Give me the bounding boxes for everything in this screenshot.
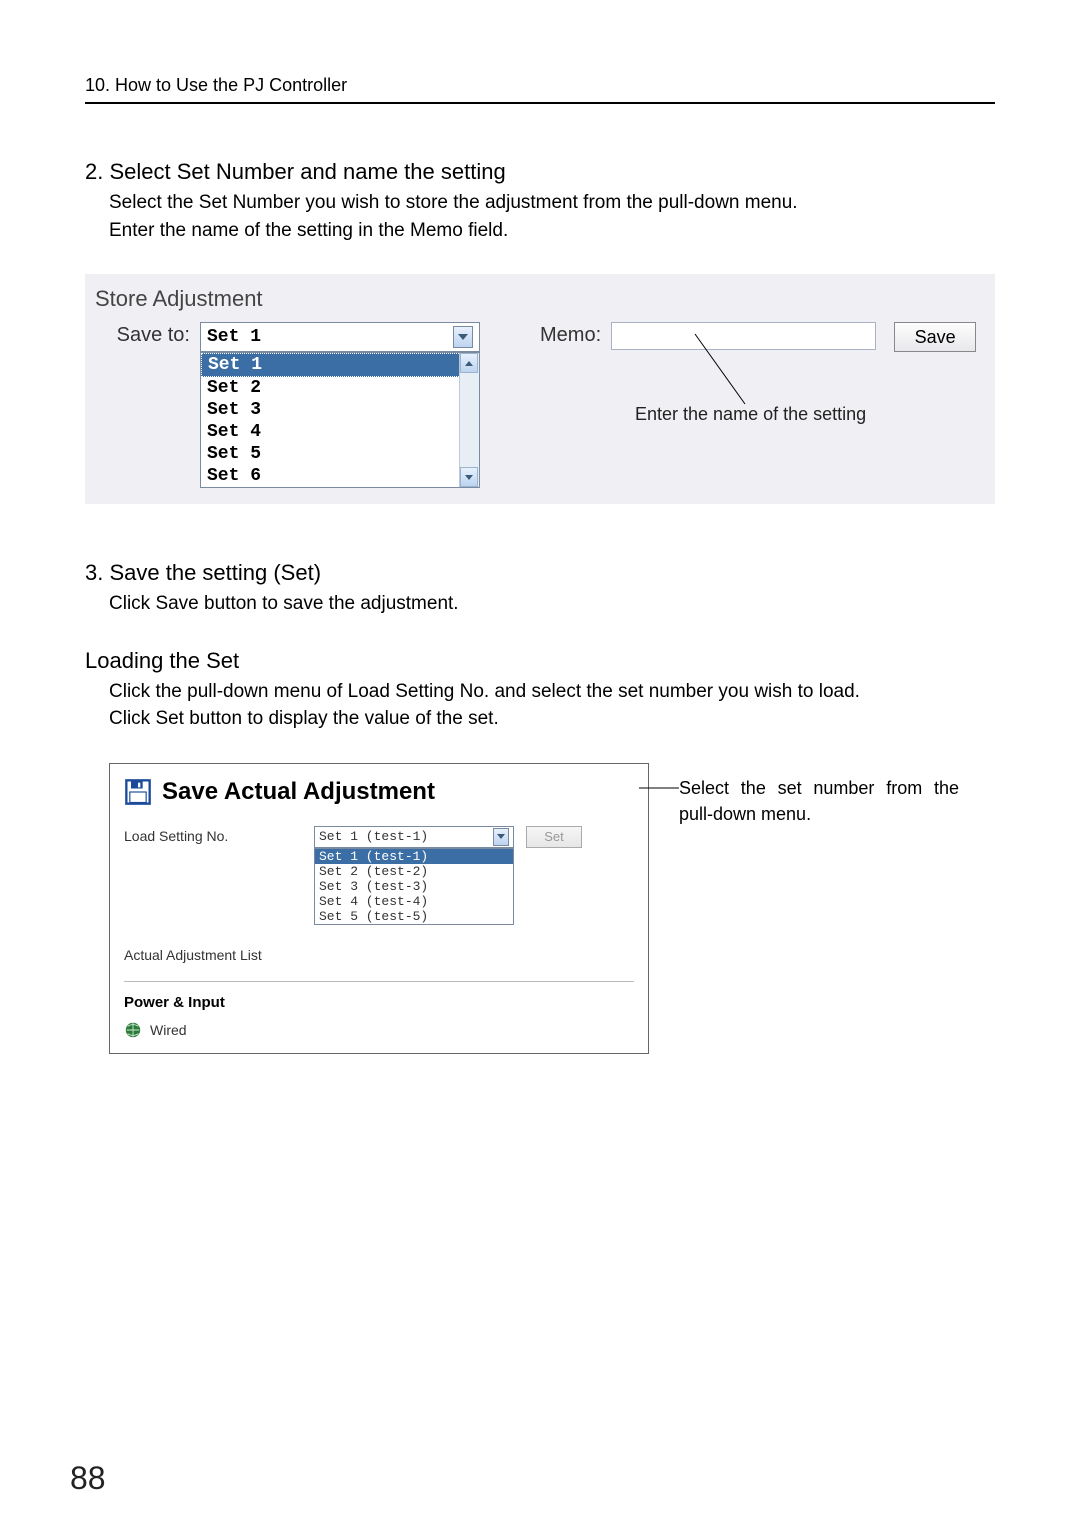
load-setting-dropdown[interactable]: Set 1 (test-1) [314,826,514,848]
chevron-down-icon [458,334,468,340]
page-header: 10. How to Use the PJ Controller [85,75,995,104]
step2-body-line1: Select the Set Number you wish to store … [109,192,798,213]
wired-label: Wired [150,1022,187,1038]
dropdown-arrow-button[interactable] [453,326,473,348]
wired-row: Wired [124,1021,634,1039]
memo-input[interactable] [611,322,876,350]
loading-body: Click the pull-down menu of Load Setting… [109,678,995,733]
panel-divider [124,981,634,982]
load-setting-label: Load Setting No. [124,826,314,844]
scroll-down-button[interactable] [460,467,478,487]
store-panel-title: Store Adjustment [95,282,985,322]
actual-adjustment-list-label: Actual Adjustment List [124,929,314,963]
memo-callout-text: Enter the name of the setting [635,404,866,425]
scroll-up-button[interactable] [460,353,478,373]
step2-body: Select the Set Number you wish to store … [109,189,995,244]
panel2-title: Save Actual Adjustment [162,778,435,806]
step2-body-line2: Enter the name of the setting in the Mem… [109,220,508,241]
step3-heading: 3. Save the setting (Set) [85,560,995,586]
dropdown-option[interactable]: Set 4 (test-4) [315,894,513,909]
load-setting-dropdown-list[interactable]: Set 1 (test-1) Set 2 (test-2) Set 3 (tes… [314,848,514,925]
save-to-label: Save to: [95,322,190,347]
step3-body: Click Save button to save the adjustment… [109,590,995,618]
save-to-dropdown-list[interactable]: Set 1 Set 2 Set 3 Set 4 Set 5 Set 6 [200,352,480,488]
dropdown-scrollbar[interactable] [459,353,479,487]
dropdown-option[interactable]: Set 4 [201,421,479,443]
save-actual-adjustment-panel: Save Actual Adjustment Load Setting No. … [109,763,649,1054]
save-button[interactable]: Save [894,322,976,352]
sidenote-leader [639,787,679,789]
chevron-up-icon [465,361,473,366]
dropdown-option[interactable]: Set 5 [201,443,479,465]
dropdown-arrow-button[interactable] [493,828,509,846]
globe-icon [124,1021,142,1039]
chevron-down-icon [497,834,505,839]
chevron-down-icon [465,475,473,480]
dropdown-option[interactable]: Set 3 [201,399,479,421]
save-to-dropdown[interactable]: Set 1 [200,322,480,352]
memo-label: Memo: [540,322,601,347]
dropdown-option[interactable]: Set 2 [201,377,479,399]
store-adjustment-panel: Store Adjustment Save to: Set 1 Set 1 Se… [85,274,995,504]
loading-body-line2: Click Set button to display the value of… [109,708,499,729]
floppy-disk-icon [124,778,152,806]
step2-heading: 2. Select Set Number and name the settin… [85,159,995,185]
save-to-dropdown-value: Set 1 [207,327,261,347]
dropdown-option[interactable]: Set 6 [201,465,479,487]
dropdown-option[interactable]: Set 1 (test-1) [315,849,513,864]
dropdown-option[interactable]: Set 2 (test-2) [315,864,513,879]
loading-heading: Loading the Set [85,648,995,674]
set-button[interactable]: Set [526,826,582,848]
dropdown-option[interactable]: Set 3 (test-3) [315,879,513,894]
load-setting-dropdown-value: Set 1 (test-1) [319,829,428,844]
power-input-heading: Power & Input [124,994,634,1011]
side-note-text: Select the set number from the pull-down… [679,775,959,827]
dropdown-option[interactable]: Set 1 [201,353,479,377]
page-number: 88 [70,1460,106,1497]
dropdown-option[interactable]: Set 5 (test-5) [315,909,513,924]
loading-body-line1: Click the pull-down menu of Load Setting… [109,681,860,702]
